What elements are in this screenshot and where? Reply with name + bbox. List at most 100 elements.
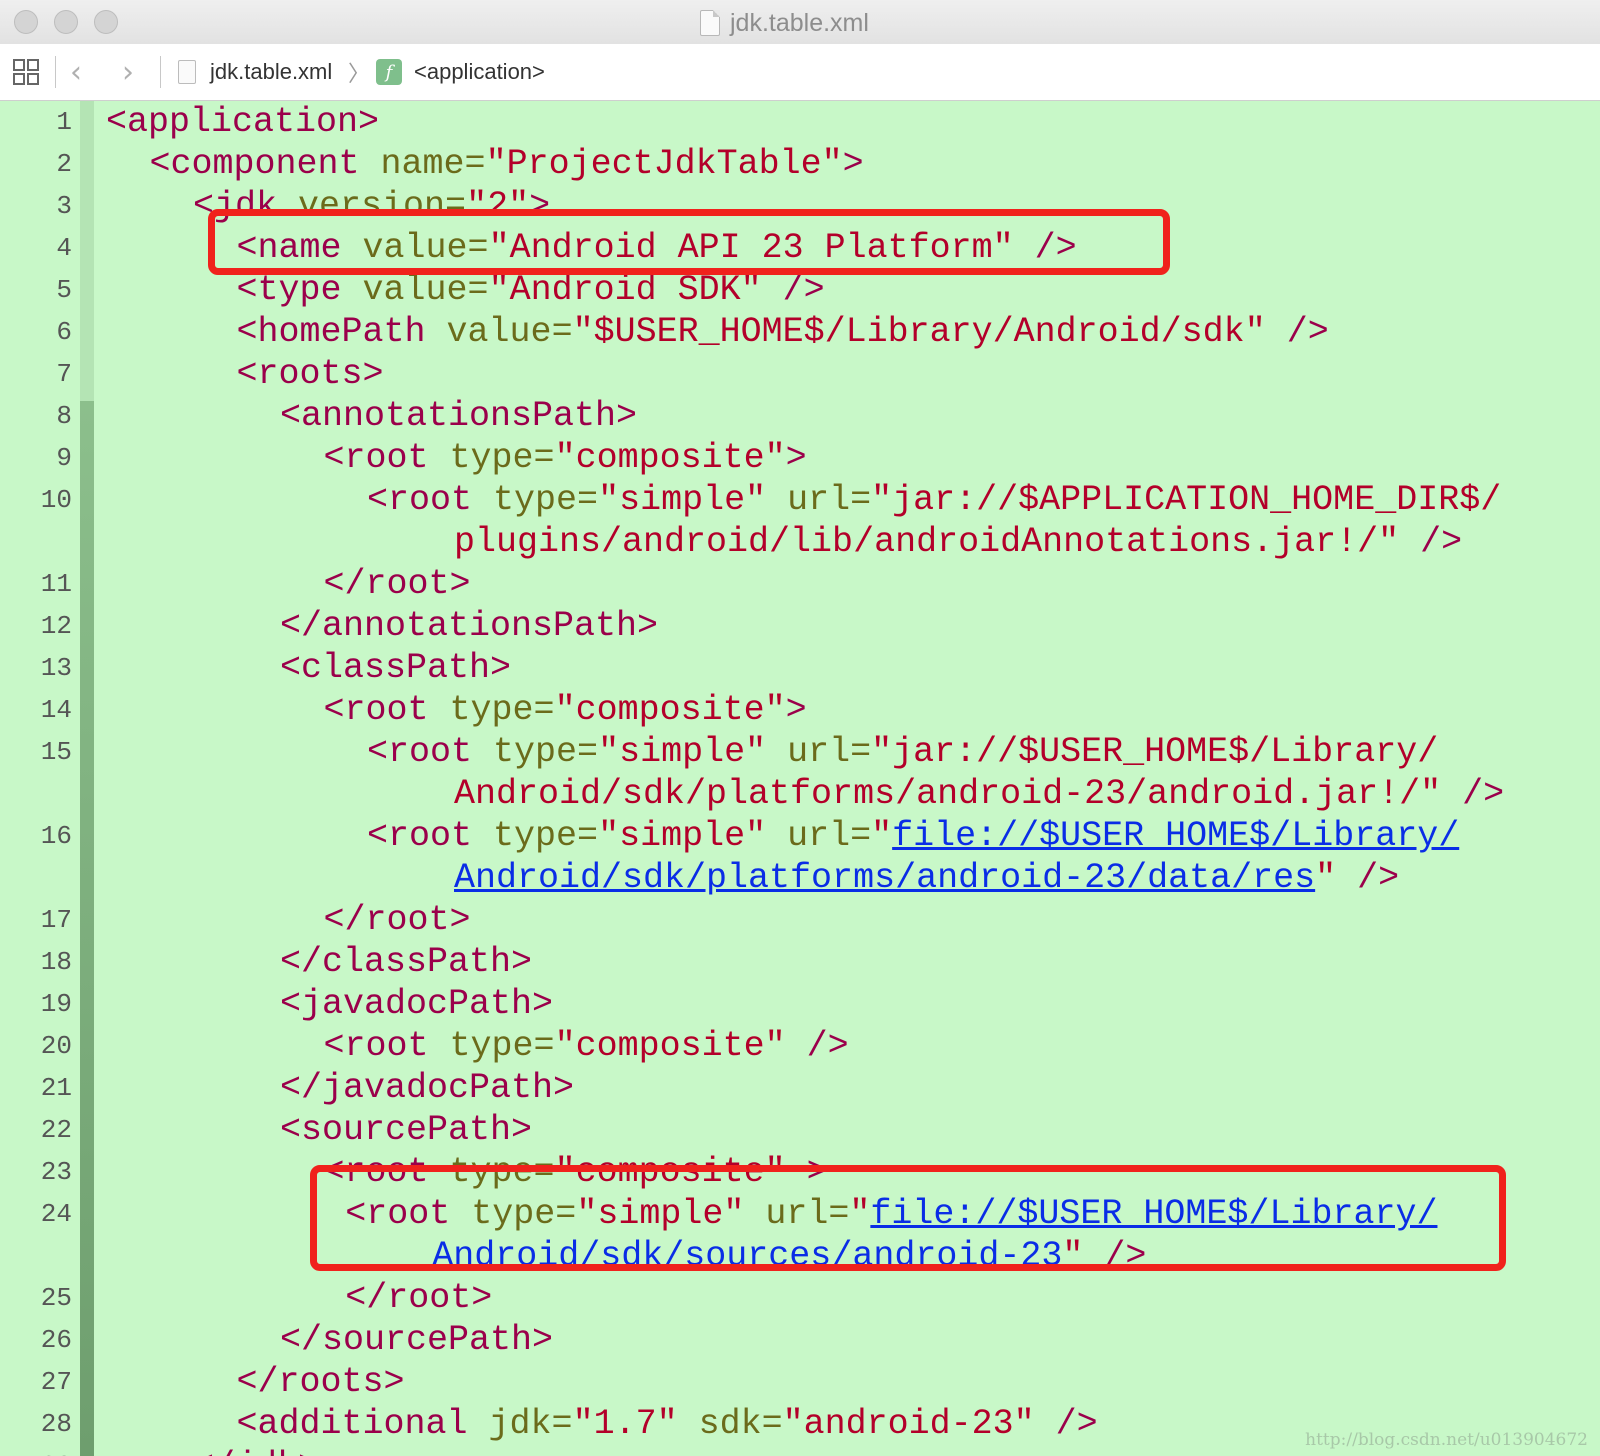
line-number: 9: [56, 443, 72, 473]
line-number: 24: [40, 1199, 72, 1229]
code-token: <additional: [236, 1404, 489, 1444]
code-line: <sourcePath>: [280, 1109, 532, 1151]
code-token: type=: [449, 1026, 555, 1066]
code-line: Android/sdk/platforms/android-23/android…: [454, 773, 1504, 815]
code-line: <roots>: [237, 353, 384, 395]
code-line: <additional jdk="1.7" sdk="android-23" /…: [237, 1403, 1098, 1445]
code-token: />: [785, 1026, 849, 1066]
code-token: >: [785, 690, 807, 730]
code-token: </sourcePath>: [280, 1320, 554, 1360]
code-token: </jdk>: [193, 1446, 319, 1456]
line-number: 19: [40, 989, 72, 1019]
line-number: 8: [56, 401, 72, 431]
code-link[interactable]: file://$USER_HOME$/Library/: [892, 816, 1459, 856]
code-token: url=: [787, 732, 872, 772]
line-number: 16: [40, 821, 72, 851]
code-token: <application>: [106, 102, 380, 142]
navigation-bar: ‹ › jdk.table.xml 〉 f <application>: [0, 44, 1600, 101]
code-token: value=: [446, 312, 573, 352]
code-token: "jar://$USER_HOME$/Library/: [871, 732, 1439, 772]
line-number: 26: [40, 1325, 72, 1355]
code-token: type=: [449, 690, 555, 730]
line-number: 7: [56, 359, 72, 389]
watermark: http://blog.csdn.net/u013904672: [1305, 1430, 1588, 1450]
line-number: 10: [40, 485, 72, 515]
code-line: </annotationsPath>: [280, 605, 658, 647]
file-icon: [178, 60, 196, 84]
code-token: value=: [362, 270, 489, 310]
minimize-window-button[interactable]: [54, 10, 78, 34]
nav-separator: [160, 56, 161, 88]
forward-button[interactable]: ›: [122, 44, 134, 100]
code-line: <root type="composite" />: [324, 1025, 849, 1067]
code-token: "simple": [598, 480, 788, 520]
code-line: </sourcePath>: [280, 1319, 553, 1361]
code-line: <application>: [106, 101, 379, 143]
code-token: />: [1265, 312, 1329, 352]
code-token: </classPath>: [280, 942, 533, 982]
code-line: <root type="simple" url="file://$USER_HO…: [367, 815, 1459, 857]
code-token: <roots>: [236, 354, 384, 394]
code-token: />: [1034, 1404, 1098, 1444]
code-line: <homePath value="$USER_HOME$/Library/And…: [237, 311, 1329, 353]
code-line: </classPath>: [280, 941, 532, 983]
code-token: type=: [493, 732, 599, 772]
code-token: </roots>: [236, 1362, 405, 1402]
code-line: <root type="composite">: [324, 689, 807, 731]
code-token: <annotationsPath>: [280, 396, 638, 436]
code-line: <type value="Android SDK" />: [237, 269, 825, 311]
line-number: 27: [40, 1367, 72, 1397]
code-token: />: [1399, 522, 1463, 562]
line-number: 15: [40, 737, 72, 767]
breadcrumb-symbol[interactable]: f <application>: [376, 44, 545, 100]
code-token: <root: [367, 480, 494, 520]
code-token: <type: [236, 270, 363, 310]
window-title: jdk.table.xml: [730, 8, 869, 37]
code-editor[interactable]: 1 <application> 2 <component name="ProjectJ…: [0, 101, 1600, 1456]
code-token: ": [871, 816, 893, 856]
code-line: <root type="simple" url="jar://$APPLICAT…: [367, 479, 1501, 521]
code-token: </root>: [323, 900, 471, 940]
code-token: "composite": [554, 1026, 786, 1066]
code-line: </root>: [345, 1277, 492, 1319]
window-title-group: jdk.table.xml: [700, 8, 869, 38]
code-line: <root type="composite">: [324, 437, 807, 479]
related-items-grid-icon[interactable]: [12, 44, 40, 100]
breadcrumb-separator: 〉: [348, 44, 370, 100]
code-token: url=: [787, 480, 872, 520]
line-number: 22: [40, 1115, 72, 1145]
code-token: <javadocPath>: [280, 984, 554, 1024]
line-number: 12: [40, 611, 72, 641]
code-token: "composite": [554, 690, 786, 730]
line-number: 6: [56, 317, 72, 347]
code-line: Android/sdk/platforms/android-23/data/re…: [454, 857, 1399, 899]
zoom-window-button[interactable]: [94, 10, 118, 34]
code-token: jdk=: [488, 1404, 573, 1444]
code-token: </javadocPath>: [280, 1068, 575, 1108]
code-token: url=: [787, 816, 872, 856]
line-number: 29: [0, 1445, 72, 1456]
code-line: </javadocPath>: [280, 1067, 574, 1109]
code-token: <root: [367, 732, 494, 772]
back-button[interactable]: ‹: [70, 44, 82, 100]
code-token: >: [785, 438, 807, 478]
code-token: <homePath: [236, 312, 447, 352]
code-token: "simple": [598, 732, 788, 772]
code-link[interactable]: Android/sdk/platforms/android-23/data/re…: [454, 858, 1315, 898]
code-token: <component: [149, 144, 381, 184]
breadcrumb-file[interactable]: jdk.table.xml: [178, 44, 332, 100]
close-window-button[interactable]: [14, 10, 38, 34]
nav-separator: [55, 56, 56, 88]
line-number: 13: [40, 653, 72, 683]
code-token: type=: [449, 438, 555, 478]
code-line: </root>: [324, 899, 471, 941]
code-line: </jdk>: [193, 1445, 319, 1456]
breadcrumb-file-label: jdk.table.xml: [210, 59, 333, 84]
function-symbol-icon: f: [376, 59, 402, 85]
breadcrumb-symbol-label: <application>: [414, 59, 545, 84]
code-token: "1.7": [572, 1404, 699, 1444]
code-token: "ProjectJdkTable": [485, 144, 843, 184]
code-token: />: [761, 270, 825, 310]
code-token: "Android SDK": [488, 270, 762, 310]
change-indicator-bar: [80, 101, 94, 1456]
